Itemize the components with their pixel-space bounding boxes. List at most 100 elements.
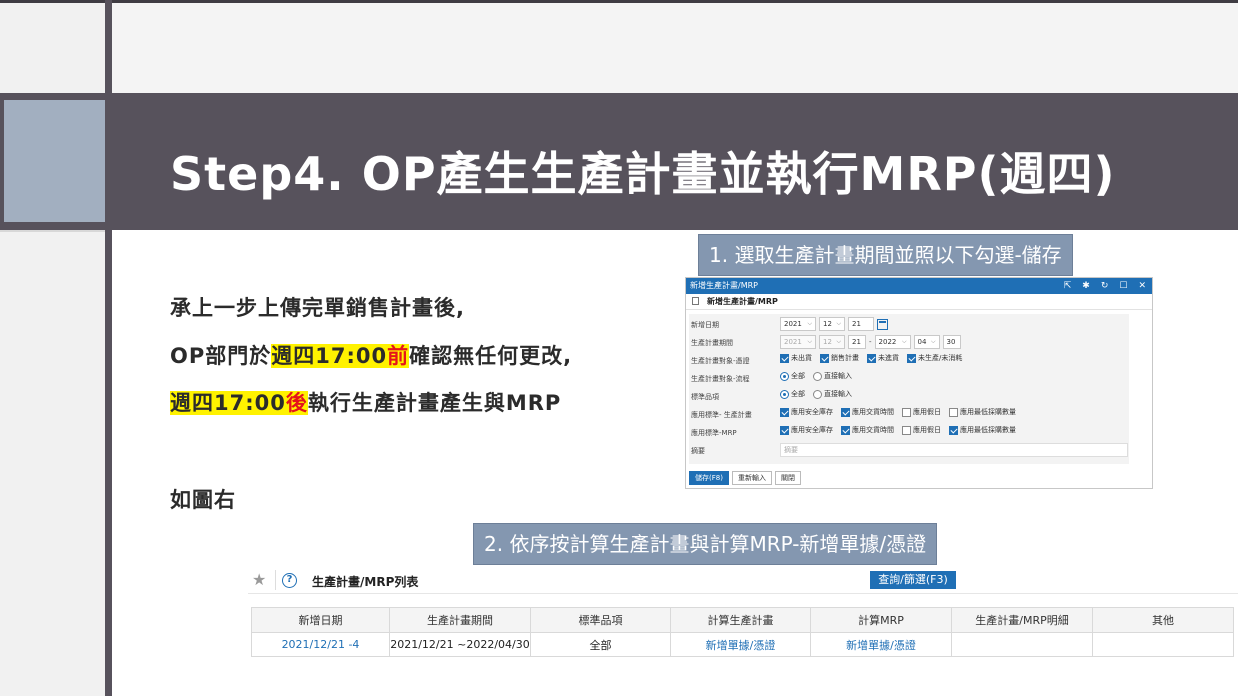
field-label: 應用標準-MRP (691, 429, 737, 437)
checkbox[interactable] (780, 353, 789, 363)
period-controls: 2021 ⌵ 12 ⌵ 21 - 2022 ⌵ 04 ⌵ 30 (780, 335, 961, 349)
highlight-mark: 週四17:00前 (271, 344, 410, 368)
chevron-down-icon: ⌵ (836, 320, 841, 327)
close-button[interactable]: 關閉 (774, 471, 801, 485)
checkbox[interactable] (949, 407, 958, 417)
column-header[interactable]: 其他 (1092, 607, 1234, 633)
refresh-icon[interactable]: ↻ (1101, 278, 1109, 294)
period-from-month-select[interactable]: 12 ⌵ (819, 335, 845, 349)
dialog-form: 新增日期 2021 ⌵ 12 ⌵ 21 生產計畫期間 2021 ⌵ 12 ⌵ 21 - … (689, 314, 1129, 464)
row-period: 生產計畫期間 2021 ⌵ 12 ⌵ 21 - 2022 ⌵ 04 ⌵ 30 (689, 334, 1129, 352)
callout-step-1: 1. 選取生產計畫期間並照以下勾選-儲存 (698, 234, 1073, 276)
checkbox[interactable] (902, 407, 911, 417)
checkbox-mrp-min-order[interactable]: 應用最低採購數量 (949, 425, 1016, 435)
callout-step-2: 2. 依序按計算生產計畫與計算MRP-新增單據/憑證 (473, 523, 938, 565)
checkbox-mrp-lead-time[interactable]: 應用交貨時間 (841, 425, 894, 435)
highlight-mark: 週四17:00後 (170, 391, 308, 415)
checkbox[interactable] (841, 407, 850, 417)
left-column (0, 230, 105, 696)
star-icon[interactable]: ★ (252, 570, 266, 589)
add-date-day-select[interactable]: 21 (848, 317, 874, 331)
cell-add-date-link[interactable]: 2021/12/21 -4 (251, 632, 390, 657)
radio[interactable] (780, 389, 789, 399)
save-button[interactable]: 儲存(F8) (689, 471, 729, 485)
period-to-year-select[interactable]: 2022 ⌵ (874, 335, 911, 349)
field-label: 摘要 (691, 447, 705, 455)
body-text: OP部門於 (170, 344, 272, 368)
checkbox-unshipped[interactable]: 未出貨 (780, 353, 812, 363)
apply-plan-options: 應用安全庫存 應用交貨時間 應用假日 應用最低採購數量 (780, 407, 1021, 417)
list-header: ★ ? 生產計畫/MRP列表 查詢/篩選(F3) (248, 566, 1238, 594)
calc-production-plan-link[interactable]: 新增單據/憑證 (670, 632, 811, 657)
column-header[interactable]: 生產計畫/MRP明細 (951, 607, 1093, 633)
checkbox-plan-lead-time[interactable]: 應用交貨時間 (841, 407, 894, 417)
pin-icon[interactable]: ✱ (1082, 278, 1090, 294)
divider (275, 570, 276, 590)
help-icon[interactable]: ? (282, 573, 297, 588)
column-header[interactable]: 計算MRP (810, 607, 952, 633)
checkbox[interactable] (780, 407, 789, 417)
query-filter-button[interactable]: 查詢/篩選(F3) (870, 571, 956, 589)
period-from-year-select[interactable]: 2021 ⌵ (780, 335, 816, 349)
period-to-day-input[interactable]: 30 (942, 335, 961, 349)
checkbox[interactable] (780, 425, 789, 435)
radio[interactable] (813, 389, 822, 399)
dialog-subheader: 新增生產計畫/MRP (686, 294, 1152, 310)
left-divider (0, 230, 105, 232)
checkbox-unreceived[interactable]: 未進貨 (867, 353, 899, 363)
body-line-4: 如圖右 (170, 484, 236, 514)
radio[interactable] (780, 371, 789, 381)
field-label: 標準品項 (691, 393, 719, 401)
row-apply-plan: 應用標準- 生產計畫 應用安全庫存 應用交貨時間 應用假日 應用最低採購數量 (689, 406, 1129, 424)
reset-button[interactable]: 重新輸入 (731, 471, 772, 485)
checkbox-sales-plan[interactable]: 銷售計畫 (820, 353, 859, 363)
body-line-3: 週四17:00後執行生產計畫產生與MRP (170, 387, 561, 417)
radio-item-direct[interactable]: 直接輸入 (813, 389, 852, 399)
checkbox-mrp-safety-stock[interactable]: 應用安全庫存 (780, 425, 833, 435)
radio-process-direct[interactable]: 直接輸入 (813, 371, 852, 381)
maximize-icon[interactable]: ☐ (1119, 278, 1127, 294)
period-to-month-select[interactable]: 04 ⌵ (913, 335, 940, 349)
checkbox[interactable] (902, 425, 911, 435)
radio[interactable] (813, 371, 822, 381)
cell-other (1092, 632, 1234, 657)
checkbox-mrp-holiday[interactable]: 應用假日 (902, 425, 941, 435)
row-target-process: 生產計畫對象-流程 全部 直接輸入 (689, 370, 1129, 388)
chevron-down-icon: ⌵ (836, 338, 841, 345)
column-header[interactable]: 計算生產計畫 (670, 607, 811, 633)
radio-item-all[interactable]: 全部 (780, 389, 805, 399)
radio-process-all[interactable]: 全部 (780, 371, 805, 381)
checkbox[interactable] (820, 353, 829, 363)
add-date-month-select[interactable]: 12 ⌵ (819, 317, 845, 331)
highlight-text: 週四17:00 (170, 391, 286, 415)
field-label: 新增日期 (691, 321, 719, 329)
add-date-year-select[interactable]: 2021 ⌵ (780, 317, 816, 331)
checkbox[interactable] (949, 425, 958, 435)
slide-title: Step4. OP產生生產計畫並執行MRP(週四) (170, 147, 1116, 201)
period-from-day-input[interactable]: 21 (848, 335, 866, 349)
checkbox-plan-holiday[interactable]: 應用假日 (902, 407, 941, 417)
checkbox-plan-safety-stock[interactable]: 應用安全庫存 (780, 407, 833, 417)
apply-mrp-options: 應用安全庫存 應用交貨時間 應用假日 應用最低採購數量 (780, 425, 1021, 435)
calendar-icon[interactable] (877, 318, 888, 330)
checkbox-unproduced[interactable]: 未生產/未消耗 (907, 353, 962, 363)
add-date-controls: 2021 ⌵ 12 ⌵ 21 (780, 317, 888, 331)
body-text: 執行生產計畫產生與MRP (307, 391, 562, 415)
target-process-options: 全部 直接輸入 (780, 371, 857, 381)
checkbox[interactable] (867, 353, 876, 363)
field-label: 應用標準- 生產計畫 (691, 411, 752, 419)
column-header[interactable]: 標準品項 (530, 607, 671, 633)
close-icon[interactable]: ✕ (1138, 278, 1146, 294)
production-plan-list: ★ ? 生產計畫/MRP列表 查詢/篩選(F3) 新增日期 生產計畫期間 標準品… (248, 566, 1238, 662)
body-text: 如圖右 (170, 488, 236, 512)
column-header[interactable]: 新增日期 (251, 607, 390, 633)
calc-mrp-link[interactable]: 新增單據/憑證 (810, 632, 952, 657)
checkbox[interactable] (841, 425, 850, 435)
new-production-plan-dialog: 新增生產計畫/MRP ⇱ ✱ ↻ ☐ ✕ 新增生產計畫/MRP 新增日期 202… (685, 277, 1153, 489)
checkbox-plan-min-order[interactable]: 應用最低採購數量 (949, 407, 1016, 417)
column-header[interactable]: 生產計畫期間 (389, 607, 531, 633)
external-link-icon[interactable]: ⇱ (1064, 278, 1072, 294)
cell-detail (951, 632, 1093, 657)
checkbox[interactable] (907, 353, 916, 363)
memo-input[interactable]: 摘要 (780, 443, 1128, 457)
